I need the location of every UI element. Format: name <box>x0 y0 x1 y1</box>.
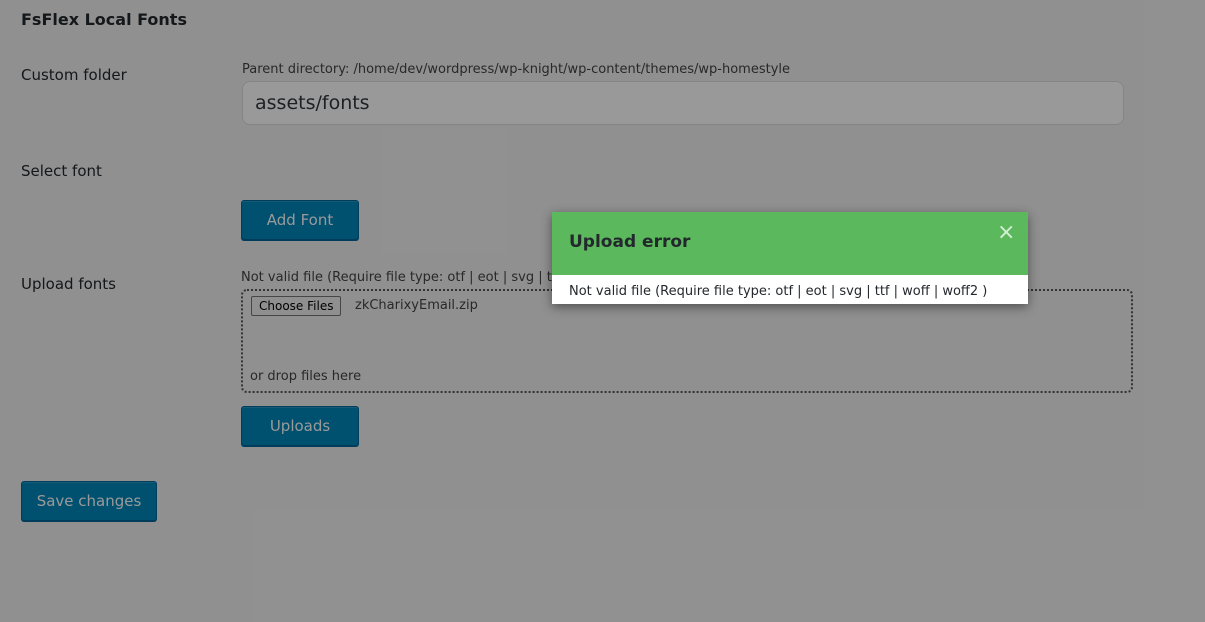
dialog-header: Upload error × <box>552 212 1028 275</box>
upload-error-dialog: Upload error × Not valid file (Require f… <box>552 212 1028 304</box>
close-icon[interactable]: × <box>997 222 1015 244</box>
dialog-title: Upload error <box>569 232 691 252</box>
dialog-message: Not valid file (Require file type: otf |… <box>569 284 988 299</box>
modal-overlay[interactable] <box>0 0 1205 622</box>
